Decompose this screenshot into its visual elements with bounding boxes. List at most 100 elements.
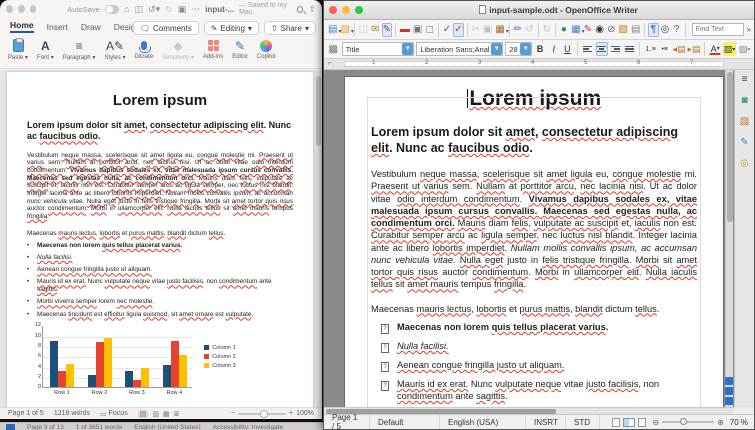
page-style[interactable]: Default (370, 415, 440, 429)
new-doc-icon[interactable]: ▤▾ (327, 23, 338, 37)
close-button[interactable] (6, 5, 13, 13)
zoom-out-button[interactable]: ⊖ (652, 418, 659, 427)
draw-functions-icon[interactable]: ✎ (583, 23, 594, 37)
minimize-button[interactable] (342, 6, 350, 14)
pdf-export-icon[interactable]: ▬ (399, 23, 411, 37)
styles-button[interactable]: A✎Styles ▾ (104, 38, 125, 61)
read-mode-icon[interactable]: ≣ (174, 410, 180, 418)
save-icon[interactable]: ◫ (358, 23, 369, 37)
cut-icon[interactable]: ✂ (470, 23, 481, 37)
format-paintbrush-icon[interactable]: ✏ (513, 23, 524, 37)
next-page-button[interactable] (725, 397, 733, 405)
zoom-in-button[interactable]: ⊕ (717, 418, 724, 427)
embedded-bar-chart[interactable]: 024681012Row 1Row 2Row 3Row 4Column 1Col… (29, 326, 293, 388)
copy-icon[interactable]: ▣ (482, 23, 493, 37)
oo-document-area[interactable]: Lorem ipsumLorem ipsum dolor sit amet, c… (324, 70, 734, 407)
spellcheck-icon[interactable]: ✓ (442, 23, 453, 37)
toolbar-overflow-icon[interactable]: » (747, 25, 751, 34)
sidebar-menu-icon[interactable]: ≡ (737, 72, 752, 87)
align-left-button[interactable] (582, 42, 594, 56)
chevron-down-icon[interactable]: ▼ (402, 43, 413, 55)
language-selector[interactable]: English (USA) (440, 415, 526, 429)
decrease-indent-button[interactable]: ◂▤ (672, 42, 685, 56)
view-switcher[interactable]: ▤▥ ▦ ≣ (138, 410, 180, 418)
close-button[interactable] (329, 6, 337, 14)
clone-formatting-icon[interactable]: ✎ (737, 135, 752, 150)
bold-button[interactable]: B (534, 42, 546, 56)
print-icon[interactable]: ▣ (412, 23, 423, 37)
home-icon[interactable]: ⌂ (124, 5, 129, 14)
share-button[interactable]: ⇧Share ▾ (264, 21, 316, 35)
email-icon[interactable]: ✉ (370, 23, 381, 37)
styles-panel-icon[interactable]: ▩ (327, 42, 340, 56)
zoom-level[interactable]: 100% (296, 410, 314, 417)
focus-button[interactable]: ▭Focus (100, 410, 128, 418)
tab-draw[interactable]: Draw (81, 22, 101, 32)
more-icon[interactable]: ⋯ (191, 5, 200, 14)
font-button[interactable]: AFont ▾ (37, 38, 54, 61)
undo-icon[interactable]: ↺ (524, 23, 535, 37)
word-page[interactable]: Lorem ipsumLorem ipsum dolor sit amet, c… (7, 72, 313, 412)
zoom-slider[interactable] (238, 413, 286, 415)
navigator-panel-icon[interactable]: ◎ (737, 156, 752, 171)
navigator-icon[interactable]: ⊘ (606, 23, 617, 37)
gallery-icon[interactable]: ▨ (618, 23, 629, 37)
numbering-button[interactable]: ⒈≡ (644, 42, 657, 56)
data-sources-icon[interactable]: ▤ (630, 23, 641, 37)
book-view-icon[interactable] (638, 418, 646, 427)
font-size-combo[interactable]: 28▼ (505, 42, 532, 56)
navigation-button[interactable] (725, 387, 733, 395)
find-text-input[interactable] (692, 23, 744, 36)
tab-home[interactable]: Home (10, 20, 34, 33)
minimize-button[interactable] (18, 5, 25, 13)
copilot-button[interactable]: Copilot (257, 38, 276, 60)
font-name-combo[interactable]: Liberation Sans;Arial▼ (416, 42, 503, 56)
justify-button[interactable] (623, 42, 635, 56)
print-layout-icon[interactable]: ▤ (138, 410, 149, 418)
zoom-button[interactable] (355, 6, 363, 14)
sensitivity-button[interactable]: ◆Sensitivity ▾ (162, 38, 194, 61)
undo-icon[interactable]: ↺▾ (148, 5, 160, 14)
autospellcheck-icon[interactable]: ✓ (453, 23, 464, 37)
background-color-button[interactable]: ▧▾ (738, 42, 751, 56)
paste-button[interactable]: Paste ▾ (8, 38, 28, 61)
align-right-button[interactable] (610, 42, 622, 56)
properties-icon[interactable]: ◙ (737, 93, 752, 108)
zoom-out-button[interactable]: − (231, 410, 235, 417)
multi-page-view-icon[interactable] (623, 418, 635, 427)
dictate-button[interactable]: Dictate (134, 38, 153, 60)
save-icon[interactable]: ◫ (135, 5, 144, 14)
word-vertical-scrollbar[interactable] (316, 76, 321, 146)
zoom-in-button[interactable]: + (289, 410, 293, 417)
chevron-down-icon[interactable]: ▼ (520, 43, 531, 55)
editing-button[interactable]: ✎Editing ▾ (204, 21, 259, 35)
share-icon[interactable]: ⇧ (308, 5, 316, 14)
search-icon[interactable] (297, 6, 303, 13)
web-layout-icon[interactable]: ▥ (152, 410, 159, 418)
editor-button[interactable]: ✎Editor (232, 38, 248, 60)
font-color-button[interactable]: A▾ (709, 43, 721, 55)
zoom-level[interactable]: 70 % (730, 418, 748, 427)
zoom-button[interactable] (30, 5, 37, 13)
oo-horizontal-scrollbar[interactable] (324, 407, 734, 414)
find-replace-icon[interactable]: ◉ (594, 23, 605, 37)
zoom-slider[interactable] (662, 421, 714, 423)
bullets-button[interactable]: •≡ (659, 42, 671, 56)
outline-icon[interactable]: ▦ (163, 410, 170, 418)
addins-button[interactable]: Add-ins (203, 38, 223, 60)
zoom-slider-knob[interactable] (260, 410, 268, 418)
redo-icon[interactable]: ↻ (165, 5, 173, 14)
word-document-area[interactable]: Lorem ipsumLorem ipsum dolor sit amet, c… (0, 70, 322, 407)
horizontal-ruler[interactable]: ⌐ 1234567 (324, 59, 754, 70)
table-icon[interactable]: ▦▾ (570, 23, 581, 37)
oo-page[interactable]: Lorem ipsumLorem ipsum dolor sit amet, c… (344, 76, 724, 407)
page-preview-icon[interactable]: ◻ (424, 23, 435, 37)
tab-insert[interactable]: Insert (47, 22, 68, 32)
paste-icon[interactable]: ▦▾ (494, 23, 505, 37)
comments-button[interactable]: 🗨Comments (133, 21, 199, 35)
page-indicator[interactable]: Page 1 / 5 (324, 415, 370, 429)
print-icon[interactable]: ▣ (178, 5, 187, 14)
chevron-down-icon[interactable]: ▼ (491, 43, 502, 55)
redo-icon[interactable]: ↻ (541, 23, 552, 37)
autosave-toggle[interactable] (105, 5, 119, 14)
